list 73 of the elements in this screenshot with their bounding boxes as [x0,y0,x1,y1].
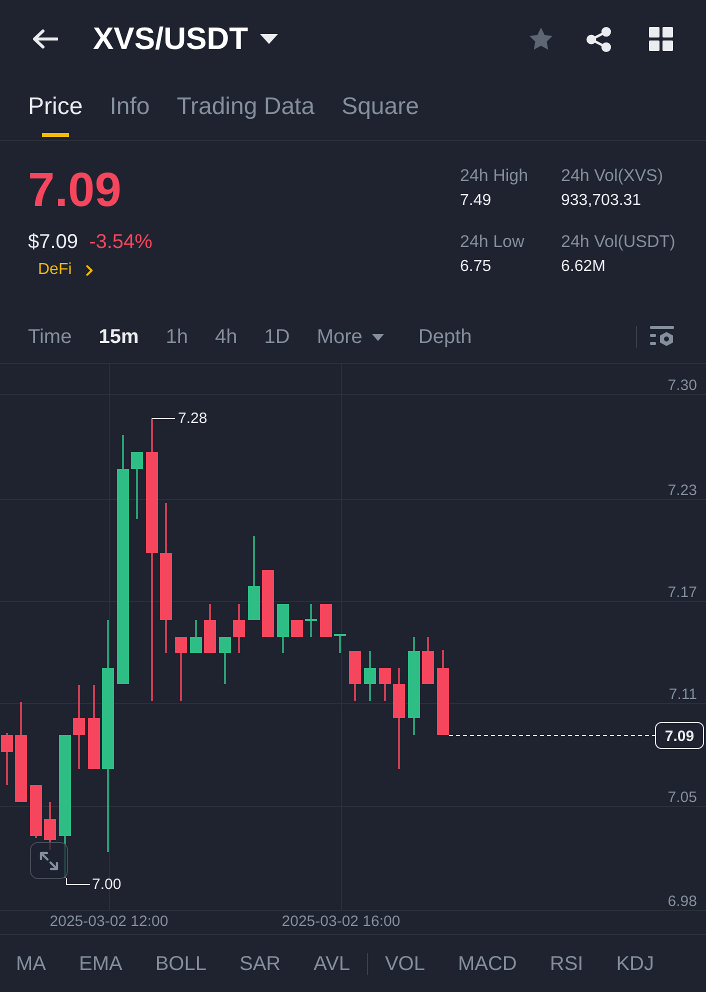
chart-settings-icon[interactable] [650,326,674,348]
candle [219,637,231,684]
interval-tab[interactable]: 1h [166,324,188,350]
share-icon[interactable] [586,26,612,52]
candle [30,785,42,838]
interval-tab[interactable]: 4h [214,324,238,350]
expand-icon [39,850,59,870]
last-price-tag: 7.09 [655,722,704,749]
price-change: -3.54% [89,230,152,255]
candle [233,604,245,653]
stat-value: 6.62M [561,257,606,277]
candle [349,651,361,701]
expand-button[interactable] [30,842,68,879]
indicator-tab[interactable]: BOLL [155,950,206,976]
indicator-tab[interactable]: MACD [458,950,517,976]
candle [334,634,346,653]
price-axis-label: 7.17 [668,584,697,601]
candle [305,604,317,637]
stat-label: 24h Vol(XVS) [561,165,664,187]
time-axis-label: 2025-03-02 16:00 [282,913,400,930]
interval-tab[interactable]: Depth [418,324,472,350]
time-axis-label: 2025-03-02 12:00 [50,913,168,930]
stat-value: 933,703.31 [561,191,642,211]
low-price-leader [66,878,90,885]
candle [291,620,303,637]
candle [364,651,376,701]
price-axis-label: 7.05 [668,789,697,806]
interval-tab[interactable]: 1D [264,324,290,350]
last-price: 7.09 [28,163,122,219]
candle [1,733,13,785]
caret-icon[interactable] [260,34,278,44]
caret-icon [372,334,384,340]
price-axis-label: 7.23 [668,482,697,499]
high-price-label: 7.28 [178,410,208,427]
indicator-tab[interactable]: EMA [79,950,122,976]
candle [131,452,143,519]
candle [175,637,187,701]
indicator-tab[interactable]: KDJ [616,950,654,976]
star-icon[interactable] [528,26,554,52]
price-axis-label: 7.11 [668,686,697,703]
candle [277,604,289,653]
chevron-right-icon [86,264,93,276]
low-price-label: 7.00 [92,876,122,893]
pair-title[interactable]: XVS/USDT [93,21,248,57]
candle [204,604,216,653]
stat-label: 24h High [460,165,528,187]
tab[interactable]: Info [110,78,150,140]
candle [320,604,332,637]
tab[interactable]: Square [342,78,419,140]
indicator-tab[interactable]: VOL [384,950,425,976]
stat-value: 6.75 [460,257,492,277]
price-axis-label: 7.30 [668,377,697,394]
grid-icon[interactable] [649,27,673,51]
back-arrow-icon[interactable] [32,29,58,49]
high-price-leader [152,418,176,419]
indicator-tab[interactable]: AVL [314,950,350,976]
candle [379,668,391,701]
sector-tag-link[interactable]: DeFi [38,259,93,281]
usd-price: $7.09 [28,230,78,255]
stat-label: 24h Vol(USDT) [561,231,676,253]
interval-tab[interactable]: Time [28,324,72,350]
stat-label: 24h Low [460,231,524,253]
indicator-tab[interactable]: RSI [550,950,584,976]
candle [190,620,202,653]
interval-tab[interactable]: 15m [98,324,139,350]
price-axis-label: 6.98 [668,893,697,910]
indicator-tab[interactable]: SAR [240,950,281,976]
tab[interactable]: Trading Data [176,78,315,140]
indicator-tab[interactable]: MA [16,950,46,976]
stat-value: 7.49 [460,191,492,211]
interval-tab[interactable]: More [316,324,392,350]
candle [262,570,274,637]
candle [422,637,434,684]
